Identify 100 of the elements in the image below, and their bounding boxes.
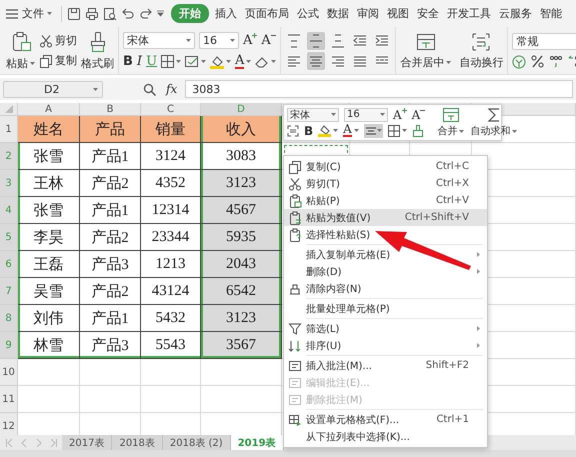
- row-header[interactable]: 10: [0, 359, 18, 386]
- grow-font-button[interactable]: A: [393, 108, 407, 122]
- select-cells-icon[interactable]: [287, 124, 299, 136]
- menu-tab[interactable]: 页面布局: [241, 4, 293, 23]
- merge-button[interactable]: 合并: [437, 124, 464, 138]
- menu-item[interactable]: 选择性粘贴(S): [284, 226, 487, 243]
- zoom-icon[interactable]: [143, 82, 156, 96]
- menu-item[interactable]: 筛选(L): [284, 320, 487, 337]
- wrap-text-button[interactable]: 自动换行: [459, 54, 504, 70]
- fill-color-button[interactable]: [210, 54, 232, 68]
- empty-cell[interactable]: [141, 359, 201, 386]
- column-header[interactable]: B: [80, 103, 141, 116]
- column-header[interactable]: C: [141, 103, 201, 116]
- menu-tab[interactable]: 智能: [536, 4, 566, 23]
- insert-function-button[interactable]: fx: [166, 82, 178, 96]
- menu-item[interactable]: 插入批注(M)... Shift+F2: [284, 357, 487, 374]
- dropdown-icon[interactable]: [157, 10, 164, 17]
- menu-item[interactable]: 插入复制单元格(E): [284, 246, 487, 263]
- menu-tab[interactable]: 插入: [211, 4, 241, 23]
- caret-icon: [446, 60, 452, 64]
- menu-item[interactable]: 批量处理单元格(P): [284, 300, 487, 317]
- font-select[interactable]: 宋体: [123, 32, 195, 49]
- menu-tab[interactable]: 视图: [383, 4, 413, 23]
- shortcut-text: Shift+F2: [426, 360, 469, 371]
- paint-bucket-icon: [318, 124, 332, 137]
- borders-button[interactable]: [388, 124, 407, 136]
- empty-cell[interactable]: [201, 386, 282, 413]
- menu-tab[interactable]: 审阅: [353, 4, 383, 23]
- sheet-tab[interactable]: 2017表: [62, 435, 112, 450]
- undo-icon[interactable]: [121, 6, 135, 20]
- menu-item[interactable]: 设置单元格格式(F)... Ctrl+1: [284, 411, 487, 428]
- file-menu[interactable]: 文件: [22, 6, 52, 21]
- cell-style-button[interactable]: [185, 55, 206, 68]
- format-painter-icon[interactable]: [412, 124, 424, 136]
- merge-cells-icon[interactable]: [442, 107, 459, 123]
- menu-item[interactable]: 粘贴(P) Ctrl+V: [284, 192, 487, 209]
- merge-cells-icon[interactable]: [416, 32, 436, 52]
- shrink-font-button[interactable]: A: [261, 33, 276, 48]
- bold-button[interactable]: B: [123, 54, 133, 69]
- brush-icon[interactable]: [88, 30, 106, 52]
- caret-icon: [176, 60, 182, 63]
- empty-cell[interactable]: [201, 359, 282, 386]
- name-box[interactable]: D2: [3, 80, 103, 98]
- autosum-button[interactable]: 自动求和: [470, 124, 518, 138]
- borders-button[interactable]: [161, 55, 182, 68]
- caret-icon: [226, 60, 232, 63]
- shrink-font-button[interactable]: A: [412, 108, 426, 122]
- font-color-button[interactable]: A: [235, 54, 252, 68]
- copy-button[interactable]: 复制: [39, 53, 77, 68]
- menu-tab[interactable]: 数据: [323, 4, 353, 23]
- font-size-select[interactable]: 16: [344, 108, 388, 122]
- menu-item[interactable]: 剪切(T) Ctrl+X: [284, 175, 487, 192]
- sheet-tab[interactable]: 2018表: [112, 435, 163, 450]
- clear-button[interactable]: [255, 56, 276, 68]
- row-header[interactable]: 12: [0, 413, 18, 435]
- italic-button[interactable]: I: [136, 54, 142, 69]
- number-format-select[interactable]: 常规: [512, 32, 576, 50]
- paste-icon[interactable]: [10, 30, 30, 52]
- sigma-icon[interactable]: [486, 107, 501, 123]
- column-header[interactable]: A: [18, 103, 80, 116]
- cut-button[interactable]: 剪切: [39, 33, 77, 48]
- save-icon[interactable]: [67, 6, 81, 20]
- empty-cell[interactable]: [80, 359, 141, 386]
- row-header[interactable]: 11: [0, 386, 18, 413]
- empty-cell[interactable]: [141, 386, 201, 413]
- menu-item[interactable]: 排序(U): [284, 337, 487, 354]
- paste-button[interactable]: 粘贴: [6, 56, 35, 70]
- align-button[interactable]: [307, 32, 326, 50]
- align-button[interactable]: [307, 52, 326, 70]
- menu-tab[interactable]: 云服务: [495, 4, 536, 23]
- font-size-select[interactable]: 16: [199, 32, 239, 49]
- menu-item[interactable]: 删除(D): [284, 263, 487, 280]
- sheet-tab[interactable]: 2018表 (2): [162, 435, 231, 450]
- font-select[interactable]: 宋体: [287, 108, 339, 122]
- currency-icon[interactable]: [512, 54, 526, 68]
- row-header[interactable]: 1: [0, 116, 18, 143]
- menu-item[interactable]: 清除内容(N): [284, 280, 487, 297]
- formula-input[interactable]: 3083: [185, 80, 573, 98]
- print-preview-icon[interactable]: [103, 6, 117, 20]
- align-button[interactable]: [364, 124, 383, 138]
- menu-item[interactable]: 粘贴为数值(V) Ctrl+Shift+V: [284, 209, 487, 226]
- menu-tab[interactable]: 安全: [413, 4, 443, 23]
- wrap-text-icon[interactable]: [471, 32, 492, 52]
- empty-cell[interactable]: [80, 386, 141, 413]
- menu-tab[interactable]: 开发工具: [443, 4, 495, 23]
- percent-icon[interactable]: [531, 55, 544, 68]
- menu-icon[interactable]: [6, 8, 18, 18]
- menu-item[interactable]: 复制(C) Ctrl+C: [284, 158, 487, 175]
- menu-item[interactable]: 从下拉列表中选择(K)...: [284, 428, 487, 445]
- fill-color-button[interactable]: [318, 124, 338, 137]
- merge-center-button[interactable]: 合并居中: [400, 54, 452, 70]
- table-cell: 3083: [201, 143, 282, 170]
- menu-tab[interactable]: 公式: [293, 4, 323, 23]
- bold-button[interactable]: B: [304, 124, 314, 138]
- thousands-separator-icon[interactable]: [549, 55, 564, 68]
- format-painter-button[interactable]: 格式刷: [81, 56, 114, 70]
- grow-font-button[interactable]: A: [243, 33, 258, 48]
- redo-icon[interactable]: [139, 6, 153, 20]
- font-color-button[interactable]: A: [343, 124, 359, 137]
- print-icon[interactable]: [85, 6, 99, 20]
